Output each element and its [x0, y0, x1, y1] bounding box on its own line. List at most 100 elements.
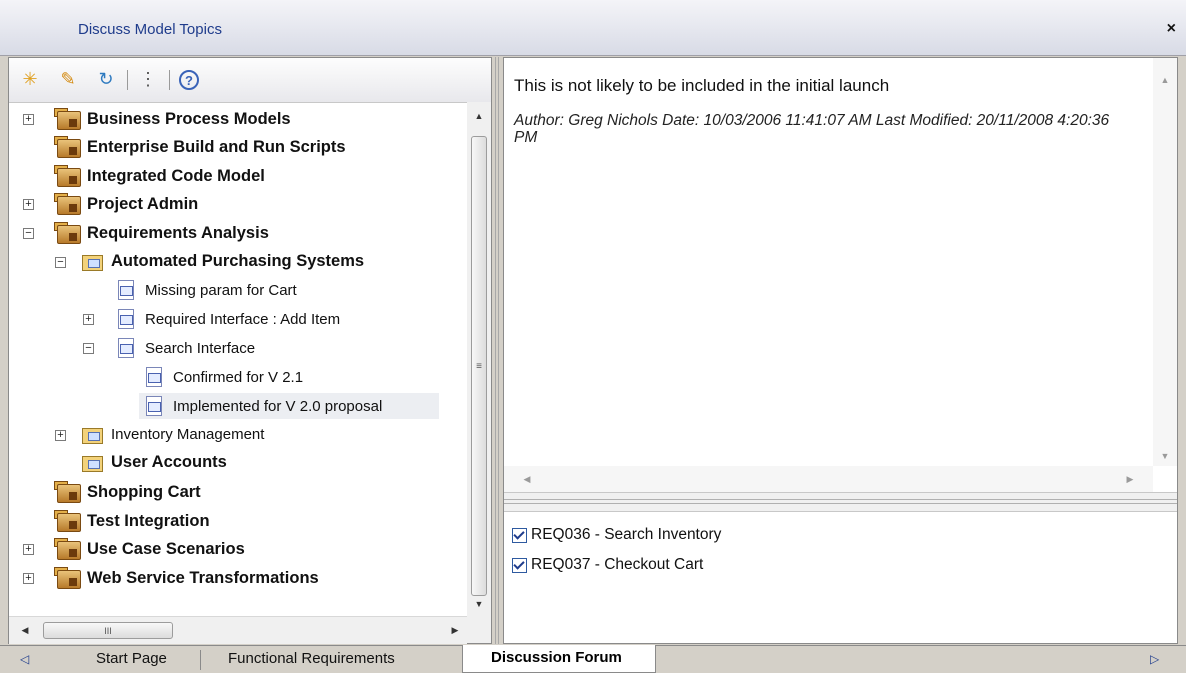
package-icon	[51, 509, 81, 533]
tree-item-label: Business Process Models	[87, 109, 291, 128]
tree-item-label: Required Interface : Add Item	[145, 310, 341, 328]
scroll-left-icon[interactable]: ◀	[15, 617, 35, 644]
tree-item-search-interface[interactable]: − Search Interface	[9, 335, 467, 361]
scroll-down-icon[interactable]: ▼	[467, 594, 491, 614]
message-horizontal-scrollbar[interactable]: ◀ ▶	[504, 466, 1153, 492]
package-icon	[51, 566, 81, 590]
collapse-icon[interactable]: −	[55, 257, 66, 268]
requirement-label: REQ036 - Search Inventory	[531, 526, 722, 543]
message-meta: Author: Greg Nichols Date: 10/03/2006 11…	[514, 112, 1110, 146]
splitter-line	[504, 503, 1177, 504]
new-topic-icon[interactable]: ✳	[19, 68, 41, 90]
expand-icon[interactable]: +	[23, 573, 34, 584]
message-body: This is not likely to be included in the…	[514, 76, 890, 95]
collapse-icon[interactable]: −	[83, 343, 94, 354]
scroll-corner	[467, 616, 491, 643]
requirement-label: REQ037 - Checkout Cart	[531, 556, 704, 573]
requirement-checkbox[interactable]	[512, 527, 527, 543]
window-title: Discuss Model Topics	[78, 21, 222, 38]
message-view: This is not likely to be included in the…	[514, 76, 1129, 146]
tree-item-web-service[interactable]: + Web Service Transformations	[9, 565, 467, 591]
tree-item-label: Inventory Management	[111, 425, 265, 443]
reply-envelope-icon	[143, 395, 163, 417]
title-bar: Discuss Model Topics ×	[0, 0, 1186, 56]
package-icon	[51, 480, 81, 504]
tree-item-label: Confirmed for V 2.1	[173, 368, 304, 386]
tree-item-required-interface[interactable]: + Required Interface : Add Item	[9, 306, 467, 332]
tab-label: Discussion Forum	[491, 649, 622, 666]
tab-scroll-left-icon[interactable]: ◁	[20, 652, 29, 666]
toolbar: ✳ ✎ ↻ ⋮ ?	[9, 58, 491, 103]
splitter-line	[495, 57, 496, 644]
expand-icon[interactable]: +	[55, 430, 66, 441]
tree-horizontal-scrollbar[interactable]: ◀ III ▶	[9, 616, 467, 644]
expand-icon[interactable]: +	[23, 544, 34, 555]
message-vertical-scrollbar[interactable]: ▲ ▼	[1153, 58, 1177, 466]
tab-functional-requirements[interactable]: Functional Requirements	[228, 650, 395, 667]
package-icon	[51, 107, 81, 131]
package-icon	[51, 537, 81, 561]
horizontal-splitter[interactable]	[504, 492, 1177, 512]
tree-item-label: Missing param for Cart	[145, 281, 297, 299]
requirement-item[interactable]: REQ037 - Checkout Cart	[512, 550, 721, 580]
requirement-item[interactable]: REQ036 - Search Inventory	[512, 520, 721, 550]
topic-tree: + Business Process Models Enterprise Bui…	[9, 102, 467, 616]
vertical-splitter[interactable]	[492, 57, 502, 644]
tree-vertical-scrollbar[interactable]: ▲ ≡ ▼	[467, 102, 491, 616]
refresh-icon[interactable]: ↻	[95, 68, 117, 90]
expand-icon[interactable]: +	[23, 114, 34, 125]
tree-item-missing-param[interactable]: Missing param for Cart	[9, 277, 467, 303]
discussion-folder-icon	[81, 452, 103, 472]
discussion-folder-icon	[81, 251, 103, 271]
scroll-left-icon[interactable]: ◀	[516, 466, 538, 492]
help-icon[interactable]: ?	[179, 70, 199, 90]
tree-item-label: Search Interface	[145, 339, 256, 357]
requirement-checkbox[interactable]	[512, 557, 527, 573]
tree-item-inventory-management[interactable]: + Inventory Management	[9, 422, 467, 448]
tree-item-business-process-models[interactable]: + Business Process Models	[9, 106, 467, 132]
reply-envelope-icon	[143, 366, 163, 388]
tree-item-implemented-selected[interactable]: Implemented for V 2.0 proposal	[139, 393, 439, 419]
collapse-icon[interactable]: −	[23, 228, 34, 239]
tab-discussion-forum[interactable]: Discussion Forum	[462, 645, 656, 673]
tab-scroll-right-icon[interactable]: ▷	[1150, 652, 1159, 666]
message-pane: This is not likely to be included in the…	[503, 57, 1178, 644]
scroll-thumb[interactable]: ≡	[471, 136, 487, 596]
tree-item-label: Use Case Scenarios	[87, 539, 245, 558]
splitter-line	[504, 499, 1177, 500]
tree-item-label: Integrated Code Model	[87, 166, 265, 185]
topics-pane: ✳ ✎ ↻ ⋮ ? + Business Process Models Ente…	[8, 57, 492, 644]
scroll-up-icon[interactable]: ▲	[1153, 70, 1177, 90]
scroll-right-icon[interactable]: ▶	[1119, 466, 1141, 492]
tree-item-enterprise-build[interactable]: Enterprise Build and Run Scripts	[9, 134, 467, 160]
tree-item-label: Web Service Transformations	[87, 568, 319, 587]
expand-icon[interactable]: +	[23, 199, 34, 210]
scroll-right-icon[interactable]: ▶	[445, 617, 465, 644]
tree-item-label: Shopping Cart	[87, 482, 201, 501]
collapse-tree-icon[interactable]: ⋮	[137, 68, 159, 90]
tree-item-requirements-analysis[interactable]: − Requirements Analysis	[9, 220, 467, 246]
package-icon	[51, 164, 81, 188]
scroll-down-icon[interactable]: ▼	[1153, 446, 1177, 466]
hscroll-thumb[interactable]: III	[43, 622, 173, 639]
close-icon[interactable]: ×	[1167, 20, 1176, 38]
tree-item-use-case-scenarios[interactable]: + Use Case Scenarios	[9, 536, 467, 562]
tree-item-project-admin[interactable]: + Project Admin	[9, 191, 467, 217]
package-icon	[51, 192, 81, 216]
tab-start-page[interactable]: Start Page	[96, 650, 167, 667]
tree-item-integrated-code-model[interactable]: Integrated Code Model	[9, 163, 467, 189]
grip-icon: III	[104, 625, 112, 636]
tree-item-label: Project Admin	[87, 194, 199, 213]
tree-item-label: Enterprise Build and Run Scripts	[87, 137, 346, 156]
tree-item-label: Requirements Analysis	[87, 223, 269, 242]
tree-item-shopping-cart[interactable]: Shopping Cart	[9, 479, 467, 505]
tab-separator	[200, 650, 201, 670]
tree-item-user-accounts[interactable]: User Accounts	[9, 450, 467, 476]
tree-item-test-integration[interactable]: Test Integration	[9, 508, 467, 534]
scroll-up-icon[interactable]: ▲	[467, 106, 491, 126]
edit-pencil-icon[interactable]: ✎	[57, 68, 79, 90]
tree-item-label: Test Integration	[87, 511, 210, 530]
expand-icon[interactable]: +	[83, 314, 94, 325]
tree-item-automated-purchasing[interactable]: − Automated Purchasing Systems	[9, 249, 467, 275]
tree-item-confirmed[interactable]: Confirmed for V 2.1	[9, 364, 467, 390]
